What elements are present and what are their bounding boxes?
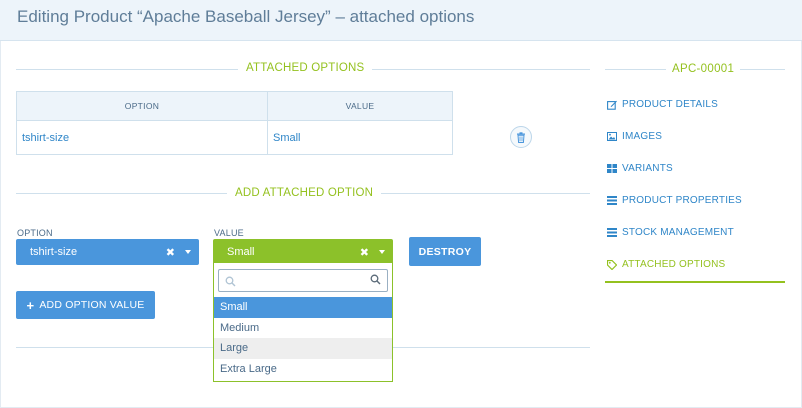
page-header: Editing Product “Apache Baseball Jersey”… <box>0 0 802 41</box>
dropdown-option[interactable]: Small <box>214 297 392 318</box>
list-icon <box>607 196 617 205</box>
row-value-link[interactable]: Small <box>267 120 453 155</box>
active-item-underline <box>605 281 785 283</box>
value-select-value: Small <box>227 246 255 258</box>
list-icon <box>607 228 617 237</box>
column-header-value: VALUE <box>267 91 453 121</box>
tag-icon <box>607 259 617 270</box>
value-field-label: VALUE <box>214 228 244 238</box>
clear-option-icon[interactable]: ✖ <box>166 246 175 259</box>
sidebar-item-images[interactable]: IMAGES <box>607 131 662 142</box>
sidebar-item-product-properties[interactable]: PRODUCT PROPERTIES <box>607 195 742 206</box>
plus-icon: + <box>26 297 35 313</box>
sidebar-item-variants[interactable]: VARIANTS <box>607 163 673 174</box>
table-row: tshirt-size Small <box>16 120 453 155</box>
column-header-option: OPTION <box>16 91 268 121</box>
edit-icon <box>607 100 617 110</box>
product-code: APC-00001 <box>666 63 741 75</box>
search-icon <box>370 274 381 285</box>
sidebar-item-label: ATTACHED OPTIONS <box>622 259 726 270</box>
frame-border-left <box>0 41 1 408</box>
grid-icon <box>607 164 617 173</box>
dropdown-option[interactable]: Medium <box>214 318 392 339</box>
dropdown-search-field[interactable] <box>218 269 388 292</box>
value-dropdown: Small Medium Large Extra Large <box>213 263 393 382</box>
dropdown-options-list: Small Medium Large Extra Large <box>214 297 392 379</box>
page-title: Editing Product “Apache Baseball Jersey”… <box>17 7 475 26</box>
add-option-value-button[interactable]: + ADD OPTION VALUE <box>16 291 155 319</box>
option-field-label: OPTION <box>17 228 53 238</box>
value-select[interactable]: Small ✖ <box>213 239 393 265</box>
add-option-value-label: ADD OPTION VALUE <box>39 299 145 311</box>
trash-icon <box>517 131 525 143</box>
sidebar-item-product-details[interactable]: PRODUCT DETAILS <box>607 99 718 110</box>
add-attached-option-heading: ADD ATTACHED OPTION <box>227 187 382 199</box>
dropdown-search-input[interactable] <box>219 270 387 291</box>
sidebar-item-label: IMAGES <box>622 131 663 142</box>
clear-value-icon[interactable]: ✖ <box>360 246 369 259</box>
option-select[interactable]: tshirt-size ✖ <box>16 239 199 265</box>
chevron-down-icon <box>185 250 191 254</box>
sidebar-item-label: VARIANTS <box>622 163 673 174</box>
sidebar-item-stock-management[interactable]: STOCK MANAGEMENT <box>607 227 734 238</box>
destroy-button[interactable]: DESTROY <box>409 237 481 266</box>
dropdown-option[interactable]: Extra Large <box>214 359 392 380</box>
attached-options-table: OPTION VALUE tshirt-size Small <box>16 91 453 155</box>
option-select-value: tshirt-size <box>30 246 78 258</box>
image-icon <box>607 132 617 141</box>
sidebar-item-label: PRODUCT DETAILS <box>622 99 718 110</box>
chevron-down-icon <box>379 250 385 254</box>
row-option-link[interactable]: tshirt-size <box>16 120 268 155</box>
sidebar-item-label: PRODUCT PROPERTIES <box>622 195 742 206</box>
search-icon <box>225 276 236 287</box>
sidebar-item-attached-options[interactable]: ATTACHED OPTIONS <box>607 259 725 270</box>
delete-row-button[interactable] <box>510 126 532 148</box>
dropdown-option[interactable]: Large <box>214 338 392 359</box>
attached-options-heading: ATTACHED OPTIONS <box>238 62 373 74</box>
sidebar-item-label: STOCK MANAGEMENT <box>622 227 734 238</box>
